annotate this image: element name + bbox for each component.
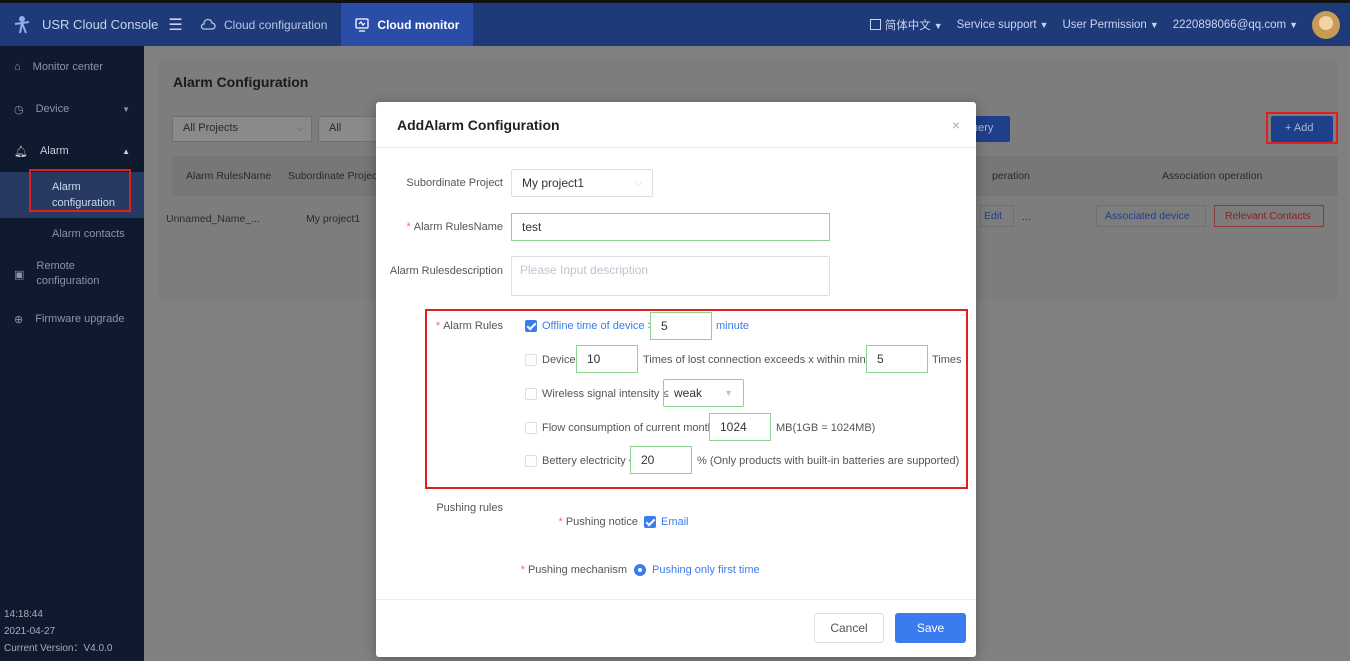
sidebar-item-device[interactable]: ◷ Device ▼ (0, 88, 144, 130)
offline-rule-label: Offline time of device > (542, 320, 654, 332)
remote-icon: ▣ (14, 268, 25, 281)
language-icon (869, 18, 881, 30)
cloud-icon (200, 18, 216, 30)
offline-unit: minute (716, 320, 750, 332)
rules-name-input[interactable]: test (511, 213, 830, 241)
caret-down-icon: ▼ (1039, 19, 1049, 30)
user-permission-menu[interactable]: User Permission ▼ (1062, 19, 1158, 31)
tab-cloud-configuration[interactable]: Cloud configuration (186, 3, 341, 46)
subordinate-project-select[interactable]: My project1 ⌵ (511, 169, 653, 197)
sidebar-item-alarm[interactable]: 🔔︎ Alarm ▲ (0, 130, 144, 172)
lost-connection-unit: Times (932, 354, 962, 366)
tab-label: Cloud configuration (224, 17, 328, 32)
avatar[interactable] (1312, 10, 1340, 39)
tab-cloud-monitor[interactable]: Cloud monitor (341, 3, 474, 46)
flow-rule-checkbox[interactable] (525, 422, 537, 434)
sidebar-item-alarm-contacts[interactable]: Alarm contacts (0, 218, 144, 250)
pushing-mechanism-label: * Pushing mechanism (520, 564, 627, 576)
chevron-up-icon: ▲ (122, 146, 130, 156)
page-title: Alarm Configuration (173, 74, 309, 90)
rules-description-label: Alarm Rulesdescription (389, 265, 503, 277)
email-notice-label: Email (661, 516, 689, 528)
top-right-menu: 简体中文 ▼ Service support ▼ User Permission ▼ … (869, 10, 1350, 39)
lost-connection-label: Times of lost connection exceeds x withi… (643, 354, 887, 366)
pushing-first-time-label: Pushing only first time (652, 564, 760, 576)
rules-name-label: * Alarm RulesName (406, 221, 503, 233)
battery-rule-checkbox[interactable] (525, 455, 537, 467)
user-account-menu[interactable]: 2220898066@qq.com ▼ (1173, 19, 1298, 31)
battery-unit: % (Only products with built-in batteries… (697, 455, 960, 467)
current-time: 14:18:44 (4, 609, 43, 620)
email-notice-checkbox[interactable] (644, 516, 656, 528)
signal-rule-label: Wireless signal intensity ≤ (542, 388, 669, 400)
chevron-down-icon: ⌵ (635, 177, 642, 188)
menu-toggle-icon[interactable]: ☰ (168, 15, 182, 35)
clock-icon: ◷ (14, 103, 24, 116)
flow-limit-input[interactable]: 1024 (709, 413, 771, 441)
rules-description-textarea[interactable]: Please Input description (511, 256, 830, 296)
sidebar-item-remote-configuration[interactable]: ▣ Remote configuration (0, 250, 144, 298)
subordinate-project-label: Subordinate Project (406, 177, 503, 189)
top-navigation-bar: USR Cloud Console ☰ Cloud configuration … (0, 0, 1350, 46)
chevron-down-icon: ▼ (122, 104, 130, 114)
lost-connection-minutes-input[interactable]: 5 (866, 345, 928, 373)
battery-threshold-input[interactable]: 20 (630, 446, 692, 474)
associated-device-button[interactable]: Associated device (1096, 205, 1206, 227)
brand-name: USR Cloud Console (42, 17, 159, 32)
cancel-button[interactable]: Cancel (814, 613, 884, 643)
logo-icon (14, 15, 30, 33)
monitor-icon (355, 17, 370, 32)
lost-connection-count-input[interactable]: 10 (576, 345, 638, 373)
language-selector[interactable]: 简体中文 ▼ (869, 17, 943, 33)
alarm-rules-label: * Alarm Rules (435, 320, 503, 332)
home-icon: ⌂ (14, 61, 21, 73)
pushing-notice-label: * Pushing notice (558, 516, 638, 528)
close-icon[interactable]: × (952, 117, 960, 133)
dialog-footer: Cancel Save (376, 599, 976, 657)
sidebar-item-monitor-center[interactable]: ⌂ Monitor center (0, 46, 144, 88)
lost-connection-rule-checkbox[interactable] (525, 354, 537, 366)
service-support-menu[interactable]: Service support ▼ (957, 19, 1049, 31)
pushing-rules-label: Pushing rules (436, 502, 503, 514)
edit-button[interactable]: Edit (980, 205, 1014, 227)
caret-down-icon: ▼ (1149, 19, 1159, 30)
sidebar-item-firmware-upgrade[interactable]: ⊕ Firmware upgrade (0, 298, 144, 340)
device-label: Device (542, 354, 576, 366)
save-button[interactable]: Save (895, 613, 966, 643)
chevron-down-icon: ⌵ (296, 123, 303, 133)
relevant-contacts-button[interactable]: Relevant Contacts (1214, 205, 1324, 227)
caret-down-icon: ▼ (933, 20, 943, 31)
brand[interactable]: USR Cloud Console ☰ (0, 15, 186, 35)
add-alarm-configuration-dialog: AddAlarm Configuration × Subordinate Pro… (376, 102, 976, 657)
annotation-highlight (29, 169, 131, 212)
annotation-highlight (1266, 112, 1338, 144)
dialog-header: AddAlarm Configuration × (376, 102, 976, 148)
bell-icon: 🔔︎ (14, 145, 28, 158)
sidebar: ⌂ Monitor center ◷ Device ▼ 🔔︎ Alarm ▲ A… (0, 46, 144, 661)
pushing-first-time-radio[interactable] (634, 564, 646, 576)
version-label: Current Version：V4.0.0 (4, 643, 113, 654)
offline-minutes-input[interactable]: 5 (650, 312, 712, 340)
sidebar-footer: 14:18:44 2021-04-27 Current Version：V4.0… (4, 606, 112, 657)
status-filter[interactable]: All (318, 116, 378, 142)
tab-label: Cloud monitor (377, 17, 460, 32)
offline-rule-checkbox[interactable] (525, 320, 537, 332)
project-filter[interactable]: All Projects ⌵ (172, 116, 312, 142)
caret-down-icon: ▼ (1289, 19, 1298, 30)
signal-intensity-select[interactable]: weak ▼ (663, 379, 744, 407)
upgrade-icon: ⊕ (14, 313, 24, 326)
flow-unit: MB(1GB = 1024MB) (776, 422, 876, 434)
dialog-title: AddAlarm Configuration (397, 116, 560, 133)
caret-down-icon: ▼ (724, 388, 733, 398)
more-button[interactable]: ... (1022, 211, 1031, 223)
battery-rule-label: Bettery electricity < (542, 455, 636, 467)
current-date: 2021-04-27 (4, 626, 56, 637)
signal-rule-checkbox[interactable] (525, 388, 537, 400)
flow-rule-label: Flow consumption of current month > (542, 422, 724, 434)
